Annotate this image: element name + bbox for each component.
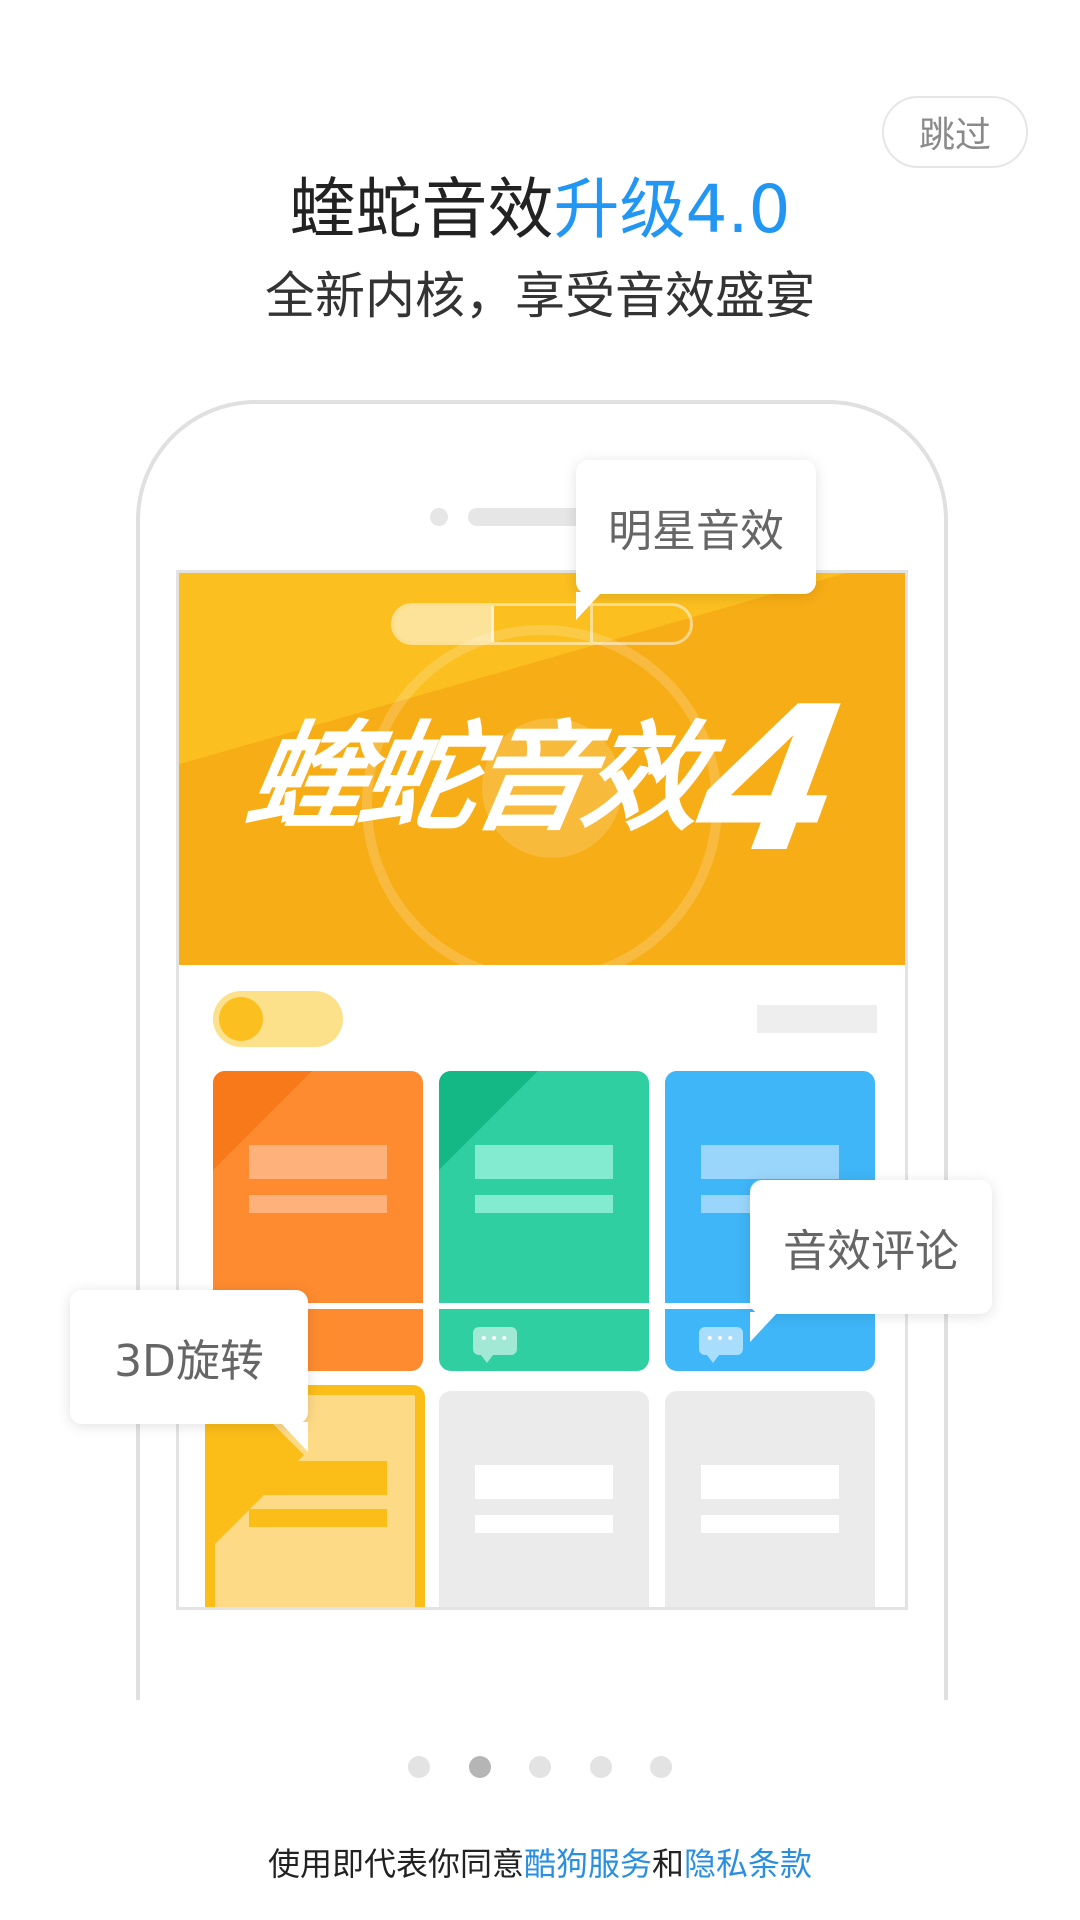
tooltip-tail [750,1312,778,1342]
terms-footer: 使用即代表你同意酷狗服务和隐私条款 [0,1840,1080,1888]
effect-toggle [213,991,343,1047]
tooltip-star-effects: 明星音效 [576,460,816,620]
terms-connector: 和 [652,1845,685,1883]
privacy-terms-link[interactable]: 隐私条款 [684,1845,812,1883]
title-accent: 升级4.0 [553,171,791,248]
banner-tabs [391,603,693,645]
tooltip-effect-comments: 音效评论 [750,1180,992,1342]
chat-bubble-icon: ••• [473,1327,517,1363]
card-placeholder-line [475,1465,613,1499]
tooltip-tail [280,1422,308,1452]
onboarding-screen: 跳过 蝰蛇音效升级4.0 全新内核，享受音效盛宴 蝰蛇音效4 ••• ••• 明… [0,0,1080,1920]
effect-card-gray [665,1391,875,1607]
banner-tab [593,606,690,642]
card-placeholder-line [249,1461,387,1495]
page-dot[interactable] [650,1756,672,1778]
viper-logo-text: 蝰蛇音效 [237,709,710,847]
card-placeholder-line [475,1515,613,1533]
page-dot[interactable] [468,1756,491,1778]
service-terms-link[interactable]: 酷狗服务 [524,1845,652,1883]
card-placeholder-line [701,1145,839,1179]
card-placeholder-line [249,1509,387,1527]
viper-logo: 蝰蛇音效4 [236,664,861,897]
effect-card-green: ••• [439,1071,649,1371]
page-dot[interactable] [589,1756,612,1778]
skip-button[interactable]: 跳过 [882,96,1028,168]
toggle-knob [219,997,263,1041]
tooltip-3d-rotate: 3D旋转 [70,1290,308,1452]
card-placeholder-line [701,1465,839,1499]
card-placeholder-line [701,1515,839,1533]
tooltip-3d-rotate-label: 3D旋转 [114,1336,264,1387]
card-divider [439,1303,649,1309]
tooltip-star-effects-label: 明星音效 [608,506,784,557]
tooltip-effect-comments-label: 音效评论 [783,1226,959,1277]
phone-camera-icon [430,508,448,526]
title-main: 蝰蛇音效 [289,171,554,248]
tooltip-tail [576,592,602,620]
chat-bubble-icon: ••• [699,1327,743,1363]
page-title: 蝰蛇音效升级4.0 [0,165,1080,255]
effect-card-gray [439,1391,649,1607]
phone-screen: 蝰蛇音效4 ••• ••• [176,570,908,1610]
card-placeholder-line [475,1195,613,1213]
card-placeholder-line [249,1145,387,1179]
card-placeholder-line [249,1195,387,1213]
terms-prefix: 使用即代表你同意 [267,1845,524,1883]
page-subtitle: 全新内核，享受音效盛宴 [265,267,815,325]
banner-tab [394,606,494,642]
placeholder-bar [757,1005,877,1033]
skip-button-label: 跳过 [918,115,991,156]
card-placeholder-line [475,1145,613,1179]
effect-banner: 蝰蛇音效4 [179,573,905,965]
page-dot[interactable] [408,1756,430,1778]
page-dot[interactable] [529,1756,551,1778]
page-indicator [408,1756,672,1778]
